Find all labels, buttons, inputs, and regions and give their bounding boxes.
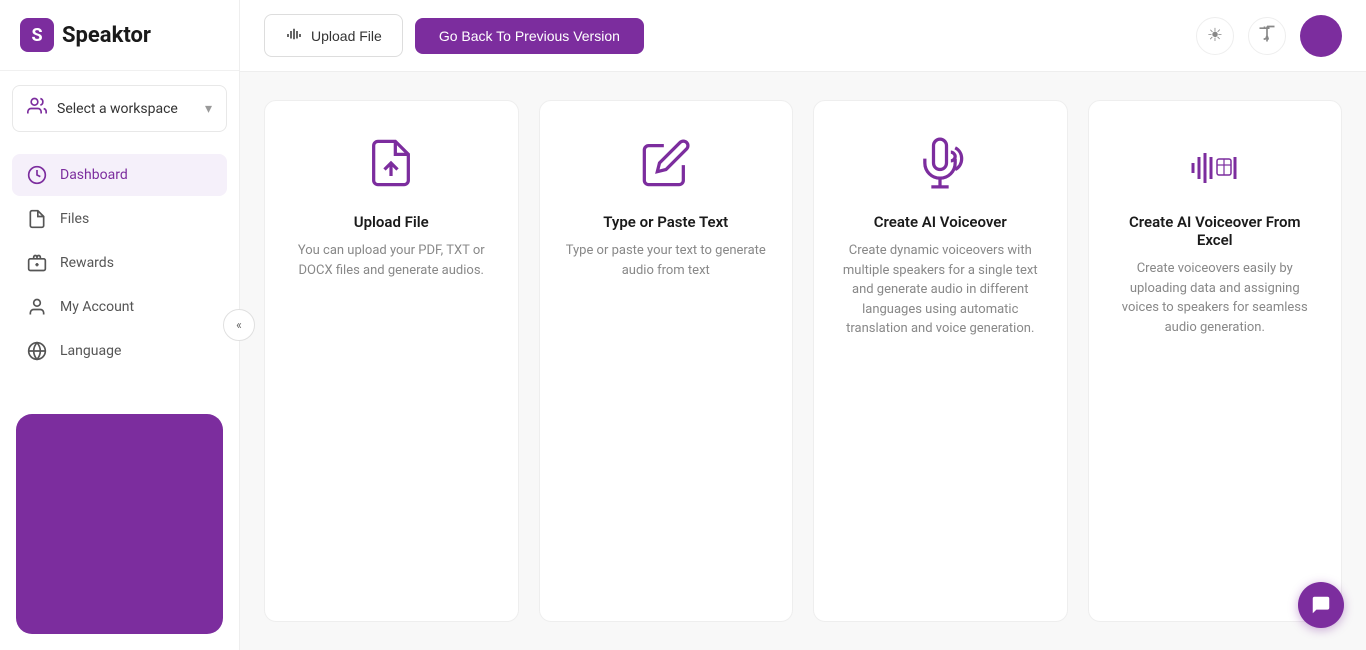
sidebar-item-my-account[interactable]: My Account — [12, 286, 227, 328]
sun-icon: ☀ — [1207, 25, 1223, 46]
language-label: Language — [60, 343, 121, 359]
rewards-label: Rewards — [60, 255, 114, 271]
go-back-button[interactable]: Go Back To Previous Version — [415, 18, 644, 54]
ai-voiceover-card[interactable]: Create AI Voiceover Create dynamic voice… — [813, 100, 1068, 622]
sidebar-item-dashboard[interactable]: Dashboard — [12, 154, 227, 196]
my-account-label: My Account — [60, 299, 134, 315]
top-bar: Upload File Go Back To Previous Version … — [240, 0, 1366, 72]
sidebar-bottom — [0, 398, 239, 650]
translate-button[interactable] — [1248, 17, 1286, 55]
type-paste-card-desc: Type or paste your text to generate audi… — [564, 241, 769, 280]
ai-voiceover-excel-card-desc: Create voiceovers easily by uploading da… — [1113, 259, 1318, 337]
upload-waveform-icon — [285, 25, 303, 46]
workspace-label: Select a workspace — [57, 101, 178, 117]
type-paste-card-title: Type or Paste Text — [603, 213, 728, 231]
logo-area: S Speaktor — [0, 0, 239, 71]
workspace-chevron-icon: ▾ — [205, 101, 212, 117]
theme-toggle-button[interactable]: ☀ — [1196, 17, 1234, 55]
workspace-icon — [27, 96, 47, 121]
collapse-icon: « — [236, 318, 242, 332]
ai-voiceover-card-desc: Create dynamic voiceovers with multiple … — [838, 241, 1043, 339]
upload-file-card-icon — [365, 137, 417, 193]
sidebar: S Speaktor Select a workspace ▾ — [0, 0, 240, 650]
upload-button-label: Upload File — [311, 28, 382, 44]
ai-voiceover-card-title: Create AI Voiceover — [874, 213, 1007, 231]
dashboard-grid: Upload File You can upload your PDF, TXT… — [240, 72, 1366, 650]
my-account-icon — [26, 297, 48, 317]
type-paste-card-icon — [640, 137, 692, 193]
user-avatar[interactable] — [1300, 15, 1342, 57]
logo-text: Speaktor — [62, 23, 151, 48]
nav-items: Dashboard Files R — [0, 146, 239, 380]
chat-button[interactable] — [1298, 582, 1344, 628]
type-paste-card[interactable]: Type or Paste Text Type or paste your te… — [539, 100, 794, 622]
translate-icon — [1257, 24, 1277, 48]
ai-voiceover-excel-card-title: Create AI Voiceover From Excel — [1113, 213, 1318, 249]
rewards-icon — [26, 253, 48, 273]
sidebar-item-rewards[interactable]: Rewards — [12, 242, 227, 284]
logo-icon: S — [20, 18, 54, 52]
upload-file-button[interactable]: Upload File — [264, 14, 403, 57]
ai-voiceover-card-icon — [914, 137, 966, 193]
dashboard-label: Dashboard — [60, 167, 128, 183]
account-block — [16, 414, 223, 634]
ai-voiceover-excel-card[interactable]: Create AI Voiceover From Excel Create vo… — [1088, 100, 1343, 622]
ai-voiceover-excel-card-icon — [1189, 137, 1241, 193]
chat-icon — [1310, 594, 1332, 616]
upload-file-card[interactable]: Upload File You can upload your PDF, TXT… — [264, 100, 519, 622]
sidebar-item-language[interactable]: Language — [12, 330, 227, 372]
sidebar-collapse-button[interactable]: « — [223, 309, 255, 341]
files-icon — [26, 209, 48, 229]
language-icon — [26, 341, 48, 361]
sidebar-item-files[interactable]: Files — [12, 198, 227, 240]
main-content: Upload File Go Back To Previous Version … — [240, 0, 1366, 650]
dashboard-icon — [26, 165, 48, 185]
upload-file-card-title: Upload File — [354, 213, 429, 231]
workspace-selector[interactable]: Select a workspace ▾ — [12, 85, 227, 132]
upload-file-card-desc: You can upload your PDF, TXT or DOCX fil… — [289, 241, 494, 280]
files-label: Files — [60, 211, 89, 227]
